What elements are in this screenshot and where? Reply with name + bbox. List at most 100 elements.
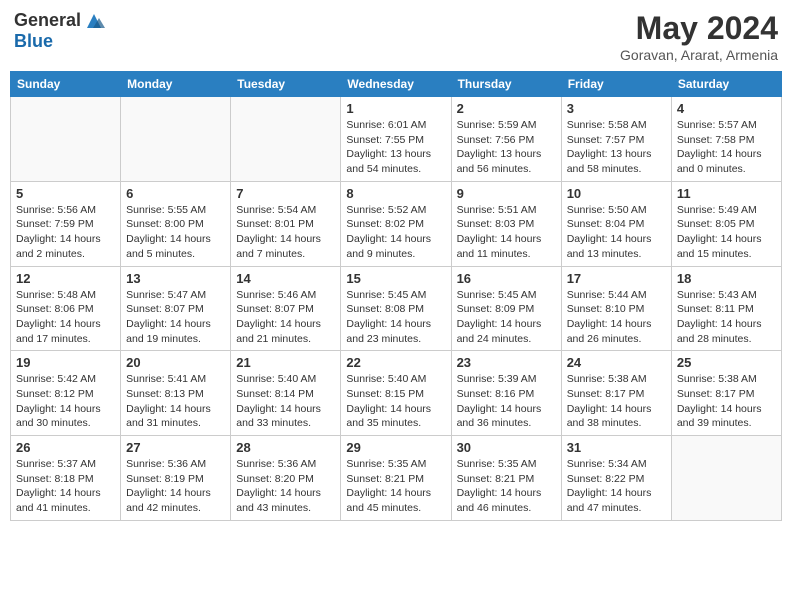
- table-row: 23 Sunrise: 5:39 AMSunset: 8:16 PMDayligh…: [451, 351, 561, 436]
- day-info: Sunrise: 5:40 AMSunset: 8:15 PMDaylight:…: [346, 372, 445, 431]
- day-number: 21: [236, 355, 335, 370]
- day-number: 16: [457, 271, 556, 286]
- day-number: 23: [457, 355, 556, 370]
- day-number: 2: [457, 101, 556, 116]
- table-row: 21Sunrise: 5:40 AMSunset: 8:14 PMDayligh…: [231, 351, 341, 436]
- logo-text-general: General: [14, 11, 81, 31]
- col-friday: Friday: [561, 72, 671, 97]
- table-row: 3Sunrise: 5:58 AMSunset: 7:57 PMDaylight…: [561, 97, 671, 182]
- table-row: 6 Sunrise: 5:55 AMSunset: 8:00 PMDaylight…: [121, 181, 231, 266]
- calendar-week-row: 26 Sunrise: 5:37 AMSunset: 8:18 PMDayligh…: [11, 436, 782, 521]
- table-row: 5 Sunrise: 5:56 AMSunset: 7:59 PMDaylight…: [11, 181, 121, 266]
- day-number: 7: [236, 186, 335, 201]
- table-row: 11 Sunrise: 5:49 AMSunset: 8:05 PMDayligh…: [671, 181, 781, 266]
- calendar-week-row: 1 Sunrise: 6:01 AMSunset: 7:55 PMDaylight…: [11, 97, 782, 182]
- day-info: Sunrise: 5:49 AMSunset: 8:05 PMDaylight:…: [677, 203, 776, 262]
- title-block: May 2024 Goravan, Ararat, Armenia: [620, 10, 778, 63]
- logo: General Blue: [14, 10, 105, 52]
- day-number: 14: [236, 271, 335, 286]
- day-number: 1: [346, 101, 445, 116]
- day-info: Sunrise: 5:59 AMSunset: 7:56 PMDaylight:…: [457, 118, 556, 177]
- day-info: Sunrise: 5:34 AMSunset: 8:22 PMDaylight:…: [567, 457, 666, 516]
- day-number: 12: [16, 271, 115, 286]
- table-row: 10 Sunrise: 5:50 AMSunset: 8:04 PMDayligh…: [561, 181, 671, 266]
- day-info: Sunrise: 5:57 AMSunset: 7:58 PMDaylight:…: [677, 118, 776, 177]
- table-row: [11, 97, 121, 182]
- calendar-week-row: 19 Sunrise: 5:42 AMSunset: 8:12 PMDayligh…: [11, 351, 782, 436]
- day-info: Sunrise: 5:47 AMSunset: 8:07 PMDaylight:…: [126, 288, 225, 347]
- day-number: 27: [126, 440, 225, 455]
- day-info: Sunrise: 5:48 AMSunset: 8:06 PMDaylight:…: [16, 288, 115, 347]
- table-row: 17 Sunrise: 5:44 AMSunset: 8:10 PMDayligh…: [561, 266, 671, 351]
- table-row: 12 Sunrise: 5:48 AMSunset: 8:06 PMDayligh…: [11, 266, 121, 351]
- table-row: 1 Sunrise: 6:01 AMSunset: 7:55 PMDaylight…: [341, 97, 451, 182]
- table-row: 7 Sunrise: 5:54 AMSunset: 8:01 PMDaylight…: [231, 181, 341, 266]
- day-number: 17: [567, 271, 666, 286]
- table-row: [231, 97, 341, 182]
- col-sunday: Sunday: [11, 72, 121, 97]
- table-row: 14 Sunrise: 5:46 AMSunset: 8:07 PMDayligh…: [231, 266, 341, 351]
- table-row: 16 Sunrise: 5:45 AMSunset: 8:09 PMDayligh…: [451, 266, 561, 351]
- table-row: 18Sunrise: 5:43 AMSunset: 8:11 PMDayligh…: [671, 266, 781, 351]
- table-row: [121, 97, 231, 182]
- logo-icon: [83, 10, 105, 32]
- day-number: 30: [457, 440, 556, 455]
- day-info: Sunrise: 5:44 AMSunset: 8:10 PMDaylight:…: [567, 288, 666, 347]
- table-row: 26 Sunrise: 5:37 AMSunset: 8:18 PMDayligh…: [11, 436, 121, 521]
- table-row: 28Sunrise: 5:36 AMSunset: 8:20 PMDayligh…: [231, 436, 341, 521]
- day-info: Sunrise: 5:39 AMSunset: 8:16 PMDaylight:…: [457, 372, 556, 431]
- table-row: 22 Sunrise: 5:40 AMSunset: 8:15 PMDayligh…: [341, 351, 451, 436]
- table-row: 31Sunrise: 5:34 AMSunset: 8:22 PMDayligh…: [561, 436, 671, 521]
- col-wednesday: Wednesday: [341, 72, 451, 97]
- day-number: 5: [16, 186, 115, 201]
- col-monday: Monday: [121, 72, 231, 97]
- day-info: Sunrise: 5:42 AMSunset: 8:12 PMDaylight:…: [16, 372, 115, 431]
- day-info: Sunrise: 5:50 AMSunset: 8:04 PMDaylight:…: [567, 203, 666, 262]
- day-info: Sunrise: 5:55 AMSunset: 8:00 PMDaylight:…: [126, 203, 225, 262]
- day-number: 13: [126, 271, 225, 286]
- day-number: 26: [16, 440, 115, 455]
- page-header: General Blue May 2024 Goravan, Ararat, A…: [10, 10, 782, 63]
- day-info: Sunrise: 6:01 AMSunset: 7:55 PMDaylight:…: [346, 118, 445, 177]
- day-number: 29: [346, 440, 445, 455]
- main-title: May 2024: [620, 10, 778, 47]
- day-number: 15: [346, 271, 445, 286]
- day-info: Sunrise: 5:38 AMSunset: 8:17 PMDaylight:…: [567, 372, 666, 431]
- day-number: 10: [567, 186, 666, 201]
- day-number: 18: [677, 271, 776, 286]
- day-info: Sunrise: 5:36 AMSunset: 8:19 PMDaylight:…: [126, 457, 225, 516]
- day-info: Sunrise: 5:54 AMSunset: 8:01 PMDaylight:…: [236, 203, 335, 262]
- table-row: [671, 436, 781, 521]
- day-number: 4: [677, 101, 776, 116]
- day-info: Sunrise: 5:37 AMSunset: 8:18 PMDaylight:…: [16, 457, 115, 516]
- col-tuesday: Tuesday: [231, 72, 341, 97]
- table-row: 30Sunrise: 5:35 AMSunset: 8:21 PMDayligh…: [451, 436, 561, 521]
- day-info: Sunrise: 5:46 AMSunset: 8:07 PMDaylight:…: [236, 288, 335, 347]
- calendar-table: Sunday Monday Tuesday Wednesday Thursday…: [10, 71, 782, 521]
- table-row: 15Sunrise: 5:45 AMSunset: 8:08 PMDayligh…: [341, 266, 451, 351]
- table-row: 29 Sunrise: 5:35 AMSunset: 8:21 PMDayligh…: [341, 436, 451, 521]
- day-info: Sunrise: 5:51 AMSunset: 8:03 PMDaylight:…: [457, 203, 556, 262]
- table-row: 19 Sunrise: 5:42 AMSunset: 8:12 PMDayligh…: [11, 351, 121, 436]
- day-number: 3: [567, 101, 666, 116]
- day-info: Sunrise: 5:41 AMSunset: 8:13 PMDaylight:…: [126, 372, 225, 431]
- col-thursday: Thursday: [451, 72, 561, 97]
- day-number: 8: [346, 186, 445, 201]
- day-info: Sunrise: 5:35 AMSunset: 8:21 PMDaylight:…: [346, 457, 445, 516]
- day-number: 11: [677, 186, 776, 201]
- day-info: Sunrise: 5:56 AMSunset: 7:59 PMDaylight:…: [16, 203, 115, 262]
- day-info: Sunrise: 5:45 AMSunset: 8:09 PMDaylight:…: [457, 288, 556, 347]
- logo-text-blue: Blue: [14, 32, 105, 52]
- table-row: 2 Sunrise: 5:59 AMSunset: 7:56 PMDaylight…: [451, 97, 561, 182]
- day-info: Sunrise: 5:36 AMSunset: 8:20 PMDaylight:…: [236, 457, 335, 516]
- day-number: 9: [457, 186, 556, 201]
- day-number: 20: [126, 355, 225, 370]
- table-row: 24Sunrise: 5:38 AMSunset: 8:17 PMDayligh…: [561, 351, 671, 436]
- table-row: 13 Sunrise: 5:47 AMSunset: 8:07 PMDayligh…: [121, 266, 231, 351]
- day-number: 6: [126, 186, 225, 201]
- col-saturday: Saturday: [671, 72, 781, 97]
- day-number: 19: [16, 355, 115, 370]
- subtitle: Goravan, Ararat, Armenia: [620, 47, 778, 63]
- day-number: 22: [346, 355, 445, 370]
- day-info: Sunrise: 5:38 AMSunset: 8:17 PMDaylight:…: [677, 372, 776, 431]
